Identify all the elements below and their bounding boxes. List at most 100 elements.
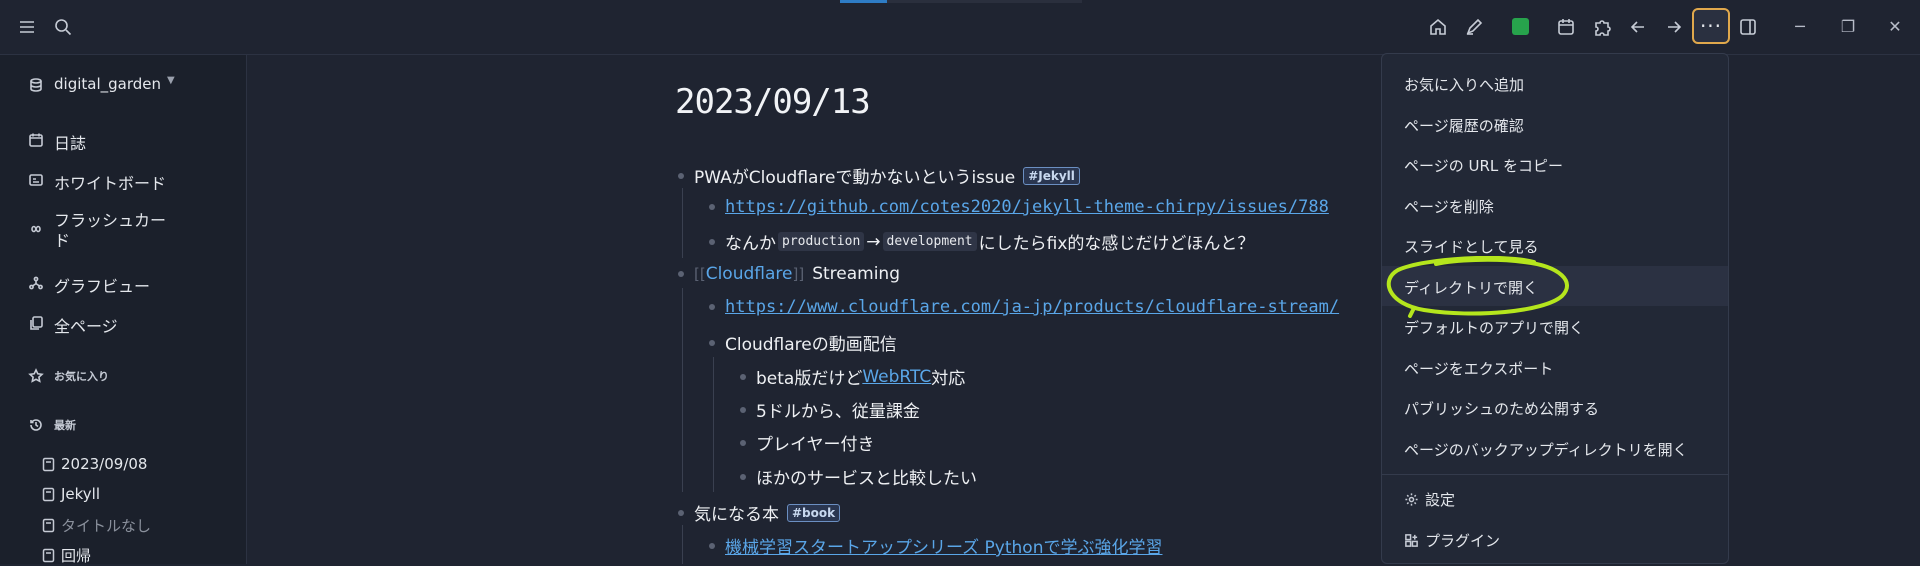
graph-name: digital_garden xyxy=(54,75,161,93)
sidebar-item-all-pages[interactable]: 全ページ xyxy=(28,313,118,337)
page-title[interactable]: 2023/09/13 xyxy=(675,82,871,122)
block-item[interactable]: なんか production → development にしたらfix的な感じ… xyxy=(709,229,1254,254)
sidebar-item-whiteboards[interactable]: ホワイトボード xyxy=(28,170,166,194)
block-item[interactable]: PWAがCloudflareで動かないというissue #Jekyll xyxy=(678,163,1080,188)
block-text: 気になる本 xyxy=(694,505,779,525)
puzzle-icon[interactable] xyxy=(1591,16,1613,38)
graph-selector[interactable]: digital_garden ▼ xyxy=(28,75,175,93)
page-ref-bracket: [[ xyxy=(694,265,706,283)
home-icon[interactable] xyxy=(1427,16,1449,38)
menu-icon[interactable] xyxy=(16,16,38,38)
edit-icon[interactable] xyxy=(1463,16,1485,38)
menu-item-plugins[interactable]: プラグイン xyxy=(1404,530,1500,551)
recent-item-label: 2023/09/08 xyxy=(61,455,148,473)
recent-item[interactable]: タイトルなし xyxy=(42,515,151,536)
whiteboard-icon xyxy=(29,174,43,186)
infinity-icon xyxy=(31,225,41,233)
menu-item-open-default-app[interactable]: デフォルトのアプリで開く xyxy=(1404,317,1584,338)
bullet[interactable] xyxy=(709,304,715,310)
close-button[interactable]: ✕ xyxy=(1883,14,1907,38)
bullet[interactable] xyxy=(709,542,715,549)
recent-item[interactable]: Jekyll xyxy=(42,485,100,503)
top-bar: ··· ─ ❐ ✕ xyxy=(0,0,1920,55)
apps-icon xyxy=(1405,534,1418,547)
webrtc-link[interactable]: WebRTC xyxy=(862,367,931,387)
recent-header[interactable]: 最新 xyxy=(28,417,76,433)
book-link[interactable]: 機械学習スタートアップシリーズ Pythonで学ぶ強化学習 xyxy=(725,533,1162,558)
block-guide-line xyxy=(713,357,714,492)
block-item[interactable]: プレイヤー付き xyxy=(740,430,875,455)
menu-item-publish[interactable]: パブリッシュのため公開する xyxy=(1404,398,1599,419)
bullet[interactable] xyxy=(678,172,684,179)
calendar-icon[interactable] xyxy=(1555,16,1577,38)
page-icon xyxy=(42,457,55,471)
recent-item[interactable]: 回帰 xyxy=(42,545,91,566)
sidebar-item-graph-view[interactable]: グラフビュー xyxy=(28,273,150,297)
block-item[interactable]: 機械学習スタートアップシリーズ Pythonで学ぶ強化学習 xyxy=(709,533,1162,558)
favorites-label: お気に入り xyxy=(54,370,109,383)
more-icon[interactable]: ··· xyxy=(1692,8,1730,44)
bullet[interactable] xyxy=(678,509,684,516)
recent-label: 最新 xyxy=(54,419,76,432)
sync-status-indicator[interactable] xyxy=(1512,18,1529,35)
gear-icon xyxy=(1405,493,1418,506)
tag-book[interactable]: #book xyxy=(787,503,841,522)
menu-item-copy-url[interactable]: ページの URL をコピー xyxy=(1404,155,1563,176)
block-item[interactable]: [[ Cloudflare ]] Streaming xyxy=(678,264,900,284)
page-icon xyxy=(42,548,55,563)
block-item[interactable]: Cloudflareの動画配信 xyxy=(709,330,897,355)
recent-item[interactable]: 2023/09/08 xyxy=(42,455,147,473)
arrow-left-icon[interactable] xyxy=(1627,16,1649,38)
block-item[interactable]: 5ドルから、従量課金 xyxy=(740,397,920,422)
sidebar-toggle-icon[interactable] xyxy=(1737,16,1759,38)
menu-item-add-favorite[interactable]: お気に入りへ追加 xyxy=(1404,74,1524,95)
sidebar-item-label: 全ページ xyxy=(54,317,118,336)
menu-item-settings[interactable]: 設定 xyxy=(1404,489,1455,510)
title-indicator xyxy=(840,0,887,3)
menu-item-view-slides[interactable]: スライドとして見る xyxy=(1404,236,1539,257)
maximize-button[interactable]: ❐ xyxy=(1836,14,1860,38)
tag-jekyll[interactable]: #Jekyll xyxy=(1023,166,1080,185)
arrow-right-icon[interactable] xyxy=(1663,16,1685,38)
minimize-button[interactable]: ─ xyxy=(1788,14,1812,38)
menu-item-export-page[interactable]: ページをエクスポート xyxy=(1404,358,1553,379)
block-item[interactable]: https://github.com/cotes2020/jekyll-them… xyxy=(709,197,1329,217)
menu-divider xyxy=(1382,474,1728,475)
block-text: 5ドルから、従量課金 xyxy=(756,402,920,422)
block-item[interactable]: 気になる本 #book xyxy=(678,500,841,525)
page-ref-cloudflare[interactable]: Cloudflare xyxy=(706,264,793,284)
bullet[interactable] xyxy=(740,373,746,380)
bullet[interactable] xyxy=(740,439,746,446)
page-icon xyxy=(42,518,55,533)
menu-item-page-history[interactable]: ページ履歴の確認 xyxy=(1404,115,1524,136)
bullet[interactable] xyxy=(709,204,715,210)
calendar-icon xyxy=(29,133,43,147)
menu-item-open-directory[interactable]: ディレクトリで開く xyxy=(1404,277,1538,298)
sidebar-item-journals[interactable]: 日誌 xyxy=(28,130,86,154)
sidebar-item-label: グラフビュー xyxy=(54,277,151,296)
sidebar-item-label: フラッシュカー ド xyxy=(54,211,166,251)
block-item[interactable]: https://www.cloudflare.com/ja-jp/product… xyxy=(709,297,1339,317)
search-icon[interactable] xyxy=(52,16,74,38)
bullet[interactable] xyxy=(740,473,746,480)
favorites-header[interactable]: お気に入り xyxy=(28,368,109,384)
menu-item-delete-page[interactable]: ページを削除 xyxy=(1404,196,1494,217)
chevron-down-icon: ▼ xyxy=(167,75,175,86)
block-item[interactable]: ほかのサービスと比較したい xyxy=(740,464,977,489)
flashcard-label-line2: ド xyxy=(54,231,71,250)
bullet[interactable] xyxy=(678,271,684,277)
bullet[interactable] xyxy=(709,238,715,245)
sidebar-item-flashcards[interactable]: フラッシュカー ド xyxy=(28,211,166,251)
block-text: プレイヤー付き xyxy=(756,435,875,455)
github-issue-link[interactable]: https://github.com/cotes2020/jekyll-them… xyxy=(725,197,1329,217)
block-text: beta版だけど xyxy=(756,369,863,389)
bullet[interactable] xyxy=(740,406,746,413)
bullet[interactable] xyxy=(709,339,715,346)
recent-item-label: 回帰 xyxy=(61,547,92,565)
cloudflare-stream-link[interactable]: https://www.cloudflare.com/ja-jp/product… xyxy=(725,297,1339,317)
plugins-label: プラグイン xyxy=(1425,532,1501,550)
block-text: Cloudflareの動画配信 xyxy=(725,335,897,355)
block-item[interactable]: beta版だけど WebRTC 対応 xyxy=(740,364,965,389)
menu-item-open-backup-directory[interactable]: ページのバックアップディレクトリを開く xyxy=(1404,439,1688,460)
pages-icon xyxy=(30,316,43,330)
